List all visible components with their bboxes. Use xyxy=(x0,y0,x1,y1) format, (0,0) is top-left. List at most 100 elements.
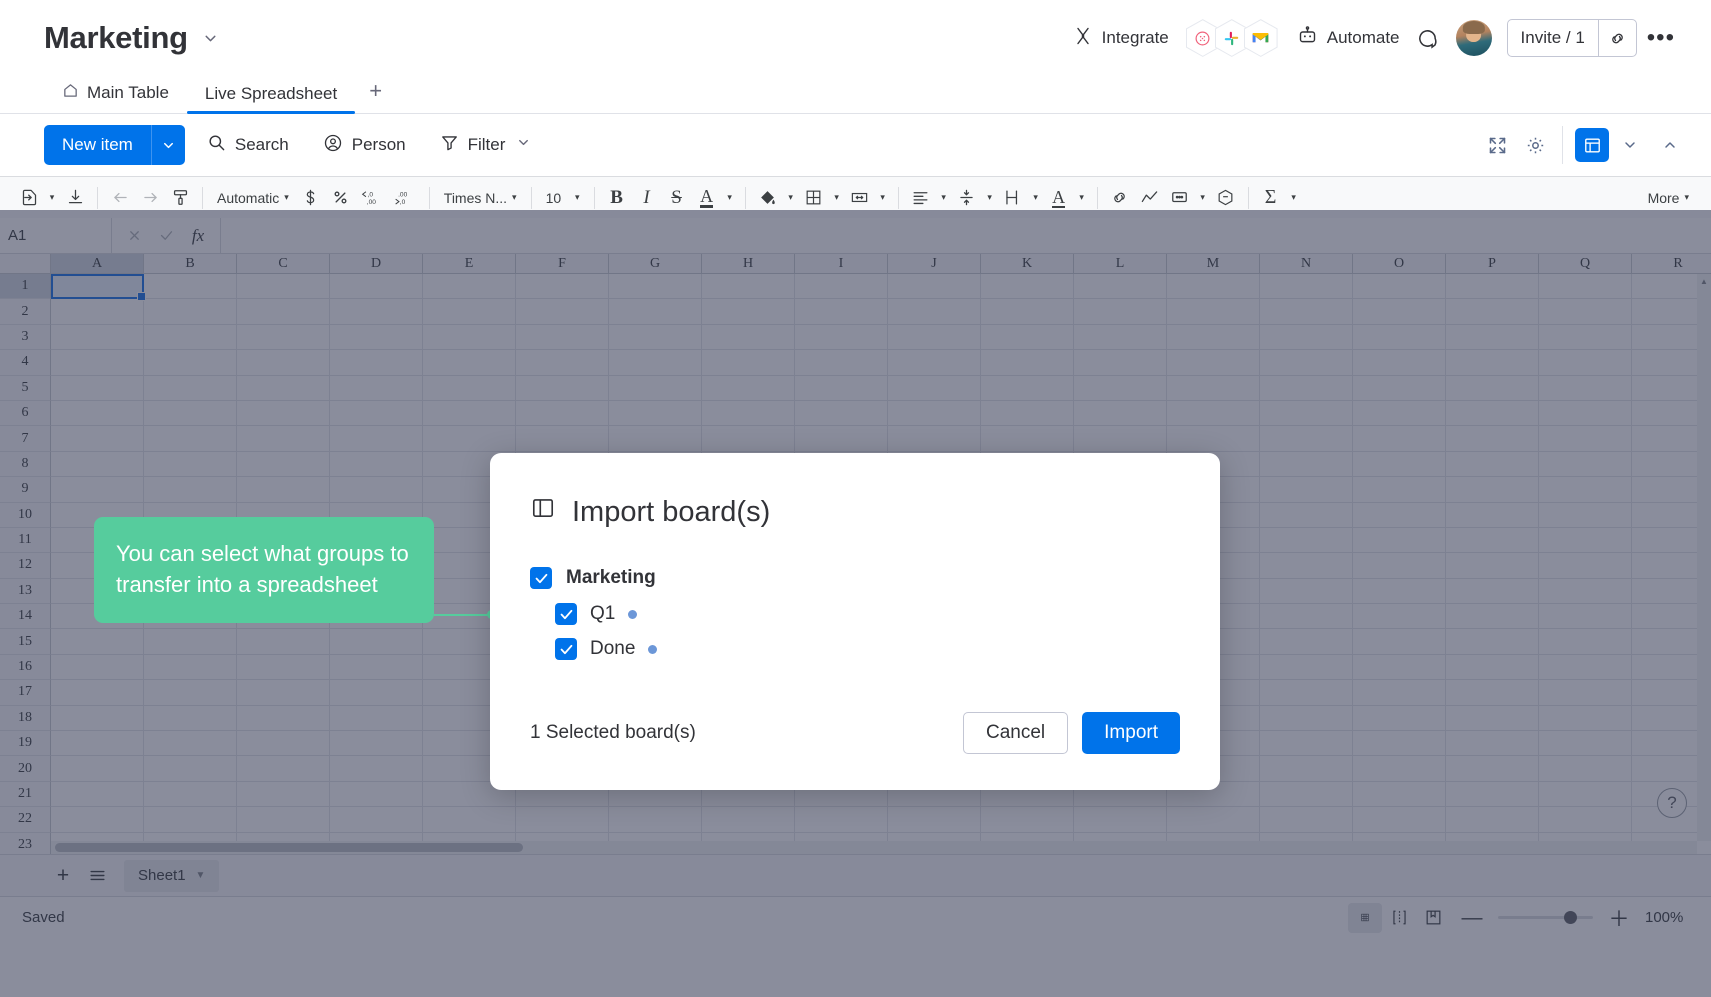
functions-sum-icon[interactable]: Σ xyxy=(1256,183,1286,213)
group-checkbox-q1[interactable] xyxy=(555,603,577,625)
import-button[interactable]: Import xyxy=(1082,712,1180,754)
robot-icon xyxy=(1297,25,1318,51)
filter-views-icon[interactable] xyxy=(1211,183,1241,213)
number-format-dropdown[interactable]: Automatic ▾ xyxy=(210,183,296,213)
import-file-chevron-down-icon[interactable]: ▾ xyxy=(44,183,60,213)
filter-label: Filter xyxy=(468,135,506,155)
modal-title-row: Import board(s) xyxy=(530,495,1180,529)
board-icon xyxy=(530,495,556,529)
slack-icon[interactable] xyxy=(1215,19,1249,57)
text-color-chevron-down-icon[interactable]: ▾ xyxy=(722,183,738,213)
person-filter-button[interactable]: Person xyxy=(311,125,418,166)
board-title-chevron-down-icon[interactable] xyxy=(202,30,219,47)
text-rotation-chevron-down-icon[interactable]: ▾ xyxy=(1074,183,1090,213)
board-checkbox[interactable] xyxy=(530,567,552,589)
toolbar-more-label: More xyxy=(1648,190,1680,206)
page-title: Marketing xyxy=(44,20,188,56)
vertical-align-icon[interactable] xyxy=(952,183,982,213)
invite-control: Invite / 1 xyxy=(1507,19,1637,57)
insert-comment-chevron-down-icon[interactable]: ▾ xyxy=(1195,183,1211,213)
collapse-chevron-up-icon[interactable] xyxy=(1651,126,1689,164)
invite-button[interactable]: Invite / 1 xyxy=(1508,20,1598,56)
cancel-button[interactable]: Cancel xyxy=(963,712,1068,754)
group-color-dot-done xyxy=(648,645,657,654)
more-options-button[interactable]: ••• xyxy=(1637,24,1685,52)
group-label-q1: Q1 xyxy=(590,603,615,625)
automate-button[interactable]: Automate xyxy=(1288,18,1409,58)
avatar[interactable] xyxy=(1456,20,1492,56)
svg-text:.00: .00 xyxy=(398,192,407,199)
strikethrough-button[interactable]: S xyxy=(662,183,692,213)
group-row-done[interactable]: Done xyxy=(555,638,1180,660)
text-wrap-icon[interactable] xyxy=(998,183,1028,213)
insert-link-icon[interactable] xyxy=(1105,183,1135,213)
decrease-decimal-icon[interactable]: ,0 ,00 xyxy=(356,183,389,213)
merge-cells-chevron-down-icon[interactable]: ▾ xyxy=(875,183,891,213)
view-toggle-group xyxy=(1562,126,1689,164)
download-icon[interactable] xyxy=(60,183,90,213)
borders-icon[interactable] xyxy=(799,183,829,213)
svg-text:,0: ,0 xyxy=(400,199,406,206)
search-label: Search xyxy=(235,135,289,155)
redo-icon[interactable] xyxy=(135,183,165,213)
vertical-align-chevron-down-icon[interactable]: ▾ xyxy=(982,183,998,213)
italic-button[interactable]: I xyxy=(632,183,662,213)
gear-icon[interactable] xyxy=(1516,126,1554,164)
increase-decimal-icon[interactable]: .00 ,0 xyxy=(389,183,422,213)
new-item-chevron-down-icon[interactable] xyxy=(151,125,185,165)
view-chevron-down-icon[interactable] xyxy=(1611,126,1649,164)
paint-format-icon[interactable] xyxy=(165,183,195,213)
modal-footer: 1 Selected board(s) Cancel Import xyxy=(530,712,1180,754)
expand-fullscreen-icon[interactable] xyxy=(1478,126,1516,164)
person-label: Person xyxy=(352,135,406,155)
board-checkbox-row[interactable]: Marketing xyxy=(530,567,1180,589)
functions-chevron-down-icon[interactable]: ▾ xyxy=(1286,183,1302,213)
horizontal-align-chevron-down-icon[interactable]: ▾ xyxy=(936,183,952,213)
integrate-icon xyxy=(1073,26,1093,51)
percent-format-icon[interactable] xyxy=(326,183,356,213)
import-file-icon[interactable] xyxy=(14,183,44,213)
bold-button[interactable]: B xyxy=(602,183,632,213)
fill-color-chevron-down-icon[interactable]: ▾ xyxy=(783,183,799,213)
integrate-label: Integrate xyxy=(1102,28,1169,48)
horizontal-align-icon[interactable] xyxy=(906,183,936,213)
text-rotation-icon[interactable]: A xyxy=(1044,183,1074,213)
text-color-icon[interactable]: A xyxy=(692,183,722,213)
toolbar-more-chevron-down-icon: ▾ xyxy=(1684,192,1689,203)
fill-color-icon[interactable] xyxy=(753,183,783,213)
integrate-button[interactable]: Integrate xyxy=(1064,19,1178,58)
toolbar-more-button[interactable]: More ▾ xyxy=(1640,183,1697,213)
number-format-label: Automatic xyxy=(217,190,279,206)
callout-connector-line xyxy=(434,614,492,616)
undo-icon[interactable] xyxy=(105,183,135,213)
tab-live-spreadsheet[interactable]: Live Spreadsheet xyxy=(187,84,355,113)
font-family-dropdown[interactable]: Times N... ▾ xyxy=(437,183,524,213)
filter-button[interactable]: Filter xyxy=(428,125,544,165)
text-wrap-chevron-down-icon[interactable]: ▾ xyxy=(1028,183,1044,213)
text-color-label: A xyxy=(700,187,713,208)
spreadsheet-view-icon[interactable] xyxy=(1575,128,1609,162)
group-row-q1[interactable]: Q1 xyxy=(555,603,1180,625)
insert-chart-icon[interactable] xyxy=(1135,183,1165,213)
copy-link-icon[interactable] xyxy=(1598,20,1636,56)
merge-cells-icon[interactable] xyxy=(845,183,875,213)
search-button[interactable]: Search xyxy=(195,125,301,165)
comment-bubble-icon[interactable] xyxy=(1409,19,1447,57)
group-checkbox-done[interactable] xyxy=(555,638,577,660)
new-item-label: New item xyxy=(44,125,151,165)
new-item-button[interactable]: New item xyxy=(44,125,185,165)
font-size-dropdown[interactable]: 10 ▾ xyxy=(539,183,587,213)
svg-text:,00: ,00 xyxy=(367,199,376,206)
import-boards-modal: Import board(s) Marketing Q1 Done 1 Sele… xyxy=(490,453,1220,790)
borders-chevron-down-icon[interactable]: ▾ xyxy=(829,183,845,213)
currency-format-icon[interactable] xyxy=(296,183,326,213)
insert-comment-icon[interactable] xyxy=(1165,183,1195,213)
gmail-icon[interactable] xyxy=(1244,19,1278,57)
dropbox-icon[interactable] xyxy=(1186,19,1220,57)
integration-icons xyxy=(1191,19,1278,57)
group-color-dot-q1 xyxy=(628,610,637,619)
tab-main-table[interactable]: Main Table xyxy=(44,82,187,113)
filter-chevron-down-icon[interactable] xyxy=(516,135,531,155)
app-root: Marketing Integrate xyxy=(0,0,1711,997)
add-tab-button[interactable]: + xyxy=(355,78,396,113)
